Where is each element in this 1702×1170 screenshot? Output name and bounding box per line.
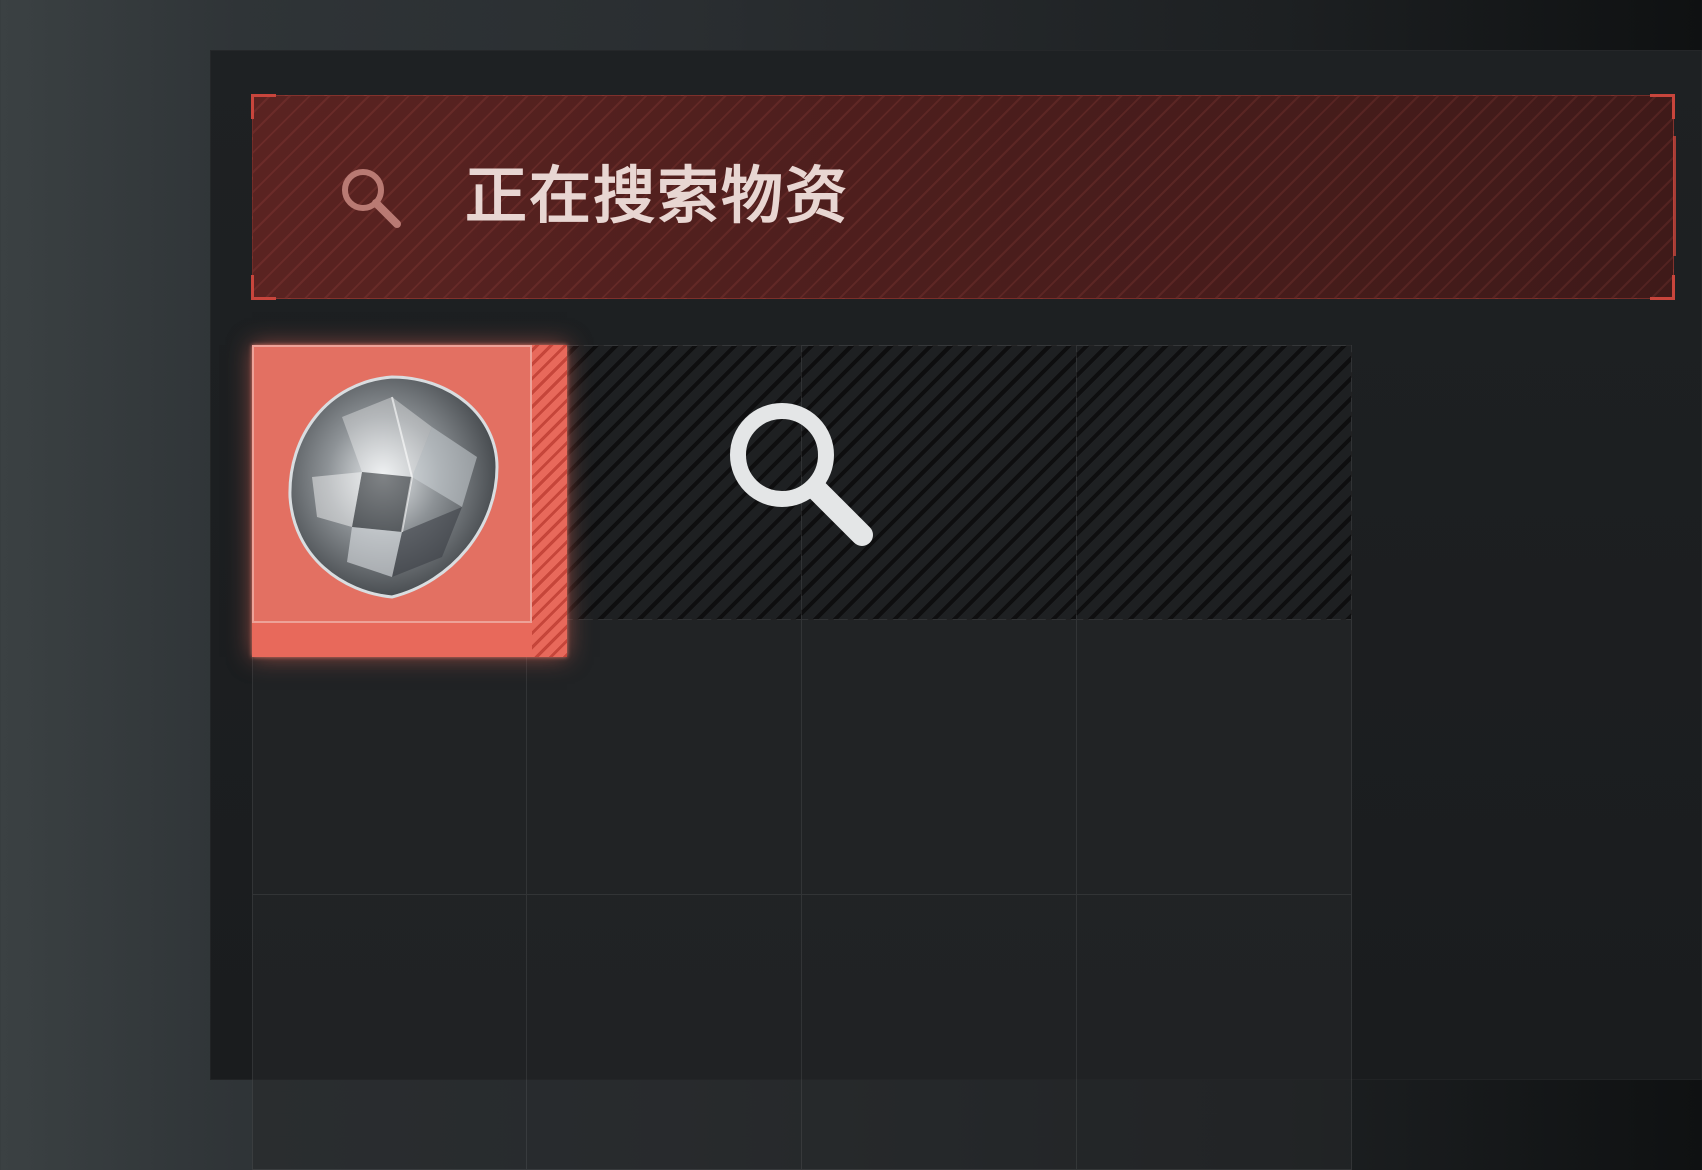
item-stripe [532,345,567,657]
grid-slot[interactable] [252,620,527,895]
grid-slot-searching [1077,345,1352,620]
header-title: 正在搜索物资 [465,159,850,232]
grid-slot[interactable] [527,895,802,1170]
corner-bracket [1650,94,1675,119]
diamond-icon [288,375,499,599]
grid-slot[interactable] [802,620,1077,895]
corner-bracket [251,275,276,300]
grid-slot[interactable] [527,620,802,895]
searching-indicator-icon [730,403,873,546]
grid-slot[interactable] [1077,620,1352,895]
grid-slot[interactable] [252,895,527,1170]
corner-bracket [251,94,276,119]
search-header: 正在搜索物资 [251,94,1676,300]
search-icon [342,169,401,228]
header-edge-accent [1673,136,1676,256]
corner-bracket [1650,275,1675,300]
grid-slot[interactable] [1077,895,1352,1170]
loot-item-diamond[interactable] [252,345,567,657]
grid-slot[interactable] [802,895,1077,1170]
